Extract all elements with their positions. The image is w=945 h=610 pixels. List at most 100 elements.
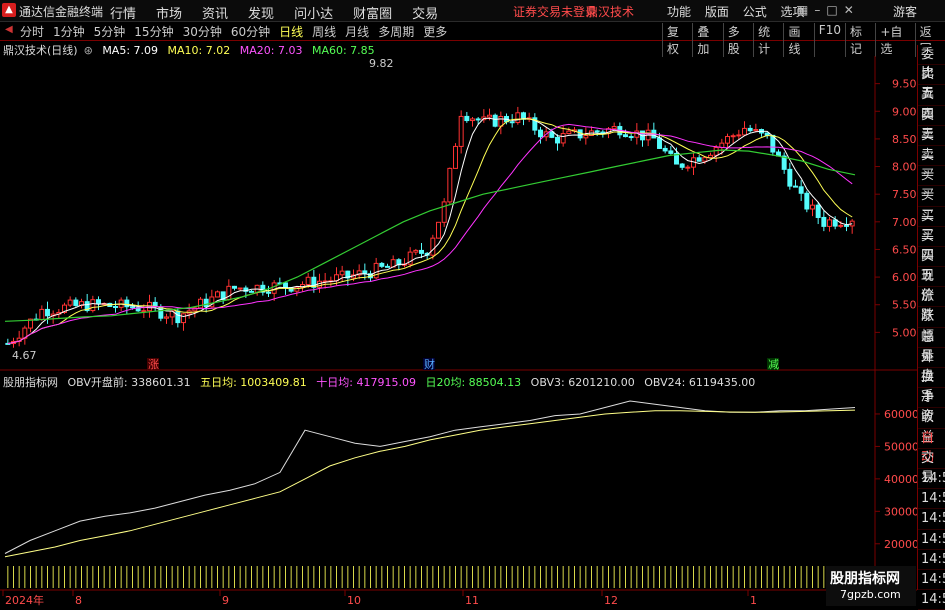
- candle-body: [668, 150, 674, 154]
- candle-body: [419, 249, 424, 254]
- ma60-line: [4, 149, 856, 322]
- candle-body: [430, 237, 436, 256]
- sidebar-price: 现价: [918, 267, 945, 303]
- sidebar-buy2: 买二: [918, 186, 945, 223]
- candle-body: [827, 219, 832, 227]
- date-tick-label: 8: [75, 594, 82, 607]
- sidebar-trade[interactable]: 交易: [918, 449, 945, 485]
- date-tick-label: 9: [222, 594, 229, 607]
- candle-body: [458, 115, 464, 147]
- candle-body: [747, 127, 753, 132]
- candle-body: [447, 167, 453, 203]
- sidebar-change: 涨跌: [918, 287, 945, 323]
- price-axis: 5.00 5.50 6.00 6.50 7.00 7.50 8.00 8.50 9.00 9.50: [892, 78, 917, 340]
- candle-body: [294, 286, 300, 292]
- price-tick-label: 9.00: [892, 105, 917, 118]
- candle-body: [487, 114, 492, 118]
- obv-tick-label: 50000: [884, 440, 917, 453]
- candle-body: [708, 154, 713, 159]
- price-tick-label: 5.50: [892, 299, 917, 312]
- price-tick-label: 5.00: [892, 326, 917, 339]
- candle-body: [441, 201, 447, 223]
- candle-body: [470, 118, 475, 122]
- candle-body: [175, 310, 181, 324]
- sidebar-sell4: 卖四: [918, 85, 945, 122]
- sidebar-change-pct: 涨幅: [918, 307, 945, 344]
- candle-body: [844, 224, 849, 227]
- candle-body: [475, 118, 481, 121]
- sidebar-time-6: 14:5: [918, 590, 945, 610]
- candle-body: [815, 204, 821, 218]
- candle-body: [266, 291, 271, 294]
- candle-body: [509, 121, 515, 124]
- candle-body: [124, 299, 130, 308]
- candle-body: [685, 166, 691, 169]
- candle-body: [464, 115, 470, 122]
- obv-tick-label: 30000: [884, 505, 917, 518]
- candle-body: [787, 168, 793, 187]
- sidebar-outer: 外盘: [918, 348, 945, 384]
- candle-body: [736, 134, 742, 137]
- sidebar-earnings: 收益: [918, 408, 945, 445]
- candle-body: [305, 276, 311, 286]
- candle-body: [821, 216, 827, 227]
- candle-body: [742, 127, 747, 136]
- sidebar-volume: 总量: [918, 328, 945, 364]
- candle-body: [45, 308, 50, 317]
- candle-body: [594, 130, 600, 133]
- sidebar-sell3: 卖三: [918, 106, 945, 142]
- sidebar-time-2: 14:5: [918, 509, 945, 530]
- watermark: 股朋指标网 7gpzb.com: [826, 566, 916, 606]
- candle-body: [611, 126, 617, 130]
- candle-body: [181, 313, 186, 324]
- sidebar-time-4: 14:5: [918, 550, 945, 570]
- candle-body: [198, 298, 203, 309]
- candle-body: [798, 186, 804, 194]
- candle-body: [804, 192, 810, 210]
- low-price-label: 4.67: [12, 349, 37, 362]
- sidebar-buy1: 买一: [918, 166, 945, 202]
- main-price-grid: [875, 83, 880, 333]
- sidebar-auto[interactable]: 自动: [918, 429, 945, 465]
- price-tick-label: 7.50: [892, 188, 917, 201]
- obv-lines: [4, 400, 856, 558]
- candle-body: [237, 287, 243, 290]
- candle-body: [283, 282, 288, 289]
- candle-body: [838, 224, 844, 227]
- ma10-line: [7, 118, 853, 345]
- date-axis: 2024年 8 9 10 11 12 1: [2, 590, 757, 607]
- price-tick-label: 6.50: [892, 243, 917, 256]
- candle-body: [96, 299, 101, 305]
- candle-body: [560, 133, 566, 144]
- obv-tick-label: 60000: [884, 408, 917, 421]
- candle-body: [339, 270, 345, 276]
- chart-canvas[interactable]: 5.00 5.50 6.00 6.50 7.00 7.50 8.00 8.50 9.00 9.50…: [0, 0, 917, 609]
- sidebar-time-5: 14:5: [918, 570, 945, 591]
- candle-body: [662, 147, 668, 152]
- candle-body: [583, 134, 589, 139]
- sidebar-buy4: 买四: [918, 227, 945, 263]
- price-tick-label: 8.50: [892, 133, 917, 146]
- candle-body: [67, 299, 73, 306]
- candle-body: [492, 114, 498, 127]
- watermark-url: 7gpzb.com: [840, 588, 901, 601]
- candle-body: [725, 136, 730, 144]
- candle-body: [130, 306, 135, 309]
- candle-body: [515, 112, 521, 123]
- obv24-line: [4, 409, 856, 558]
- date-tick-label: 2024年: [5, 593, 44, 607]
- price-tick-label: 7.00: [892, 216, 917, 229]
- cai-marker: 财: [424, 357, 435, 371]
- candle-body: [713, 146, 719, 156]
- high-price-label: 9.82: [369, 57, 394, 70]
- candle-body: [566, 130, 572, 135]
- date-tick-label: 1: [750, 594, 757, 607]
- candle-body: [657, 137, 662, 149]
- candle-body: [730, 135, 736, 138]
- sidebar-time-3: 14:5: [918, 530, 945, 550]
- candle-body: [753, 129, 759, 132]
- candle-body: [232, 285, 237, 289]
- candle-body: [555, 136, 560, 144]
- candle-body: [249, 290, 254, 293]
- candle-body: [379, 262, 385, 267]
